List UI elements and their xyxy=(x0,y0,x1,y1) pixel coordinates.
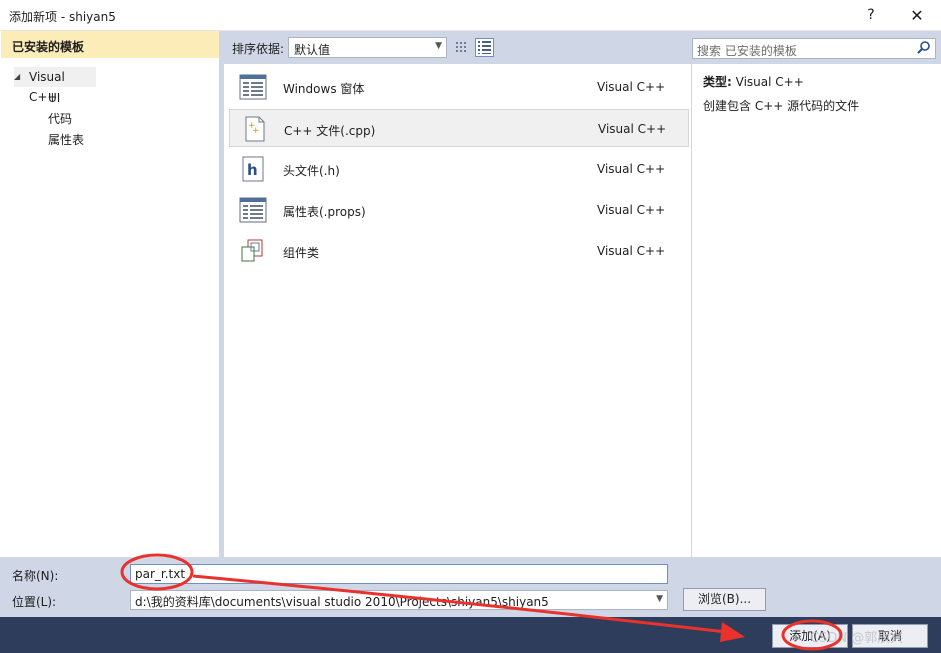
small-icons-view-button[interactable] xyxy=(453,38,472,57)
template-row-header-file[interactable]: h 头文件(.h) Visual C++ xyxy=(229,150,689,188)
template-details-pane: 搜索 已安装的模板 类型: Visual C++ 创建包含 C++ 源代码的文件 xyxy=(691,31,941,557)
template-row-windows-form[interactable]: Windows 窗体 Visual C++ xyxy=(229,68,689,106)
tree-node-visual-cpp[interactable]: ◢ Visual C++ xyxy=(14,67,96,104)
type-label: 类型: xyxy=(703,75,732,89)
close-button[interactable]: ✕ xyxy=(894,0,940,31)
template-name: 组件类 xyxy=(283,246,320,260)
name-label: 名称(N): xyxy=(12,569,59,583)
form-icon xyxy=(239,74,267,100)
name-input[interactable]: par_r.txt xyxy=(130,564,668,584)
template-list: Windows 窗体 Visual C++ + + C++ 文件(.cpp) V… xyxy=(224,64,691,557)
template-description: 创建包含 C++ 源代码的文件 xyxy=(703,99,860,113)
template-type: Visual C++ xyxy=(597,162,666,176)
template-name: Windows 窗体 xyxy=(283,82,365,96)
grid-view-icon xyxy=(456,42,466,52)
tree-expand-icon[interactable]: ◢ xyxy=(14,67,20,87)
watermark: CSDN @郭辰兴 xyxy=(810,631,904,646)
list-view-icon xyxy=(478,41,491,54)
location-label: 位置(L): xyxy=(12,595,57,609)
location-combobox[interactable]: d:\我的资料库\documents\visual studio 2010\Pr… xyxy=(130,590,668,610)
template-name: 头文件(.h) xyxy=(283,164,340,178)
tree-node-property-sheet[interactable]: 属性表 xyxy=(48,130,84,150)
tree-node-ui[interactable]: UI xyxy=(48,88,60,108)
chevron-down-icon: ▼ xyxy=(435,41,442,51)
template-toolbar: 排序依据: 默认值 ▼ xyxy=(224,31,691,64)
header-file-icon: h xyxy=(242,156,264,182)
type-value: Visual C++ xyxy=(735,75,804,89)
sort-label: 排序依据: xyxy=(232,42,285,56)
template-name: 属性表(.props) xyxy=(283,205,366,219)
installed-templates-header: 已安装的模板 xyxy=(1,31,219,58)
search-bar: 搜索 已安装的模板 xyxy=(692,31,941,64)
svg-text:+: + xyxy=(252,126,260,136)
template-row-cpp-file[interactable]: + + C++ 文件(.cpp) Visual C++ xyxy=(229,109,689,147)
item-form: 名称(N): par_r.txt 位置(L): d:\我的资料库\documen… xyxy=(0,557,941,617)
installed-templates-pane: 已安装的模板 ◢ Visual C++ UI 代码 属性表 xyxy=(1,31,220,557)
details-view-button[interactable] xyxy=(475,38,494,57)
search-placeholder: 搜索 已安装的模板 xyxy=(697,44,797,58)
template-row-property-sheet[interactable]: 属性表(.props) Visual C++ xyxy=(229,191,689,229)
search-input[interactable]: 搜索 已安装的模板 xyxy=(692,38,936,59)
sort-value: 默认值 xyxy=(294,43,331,57)
tree-node-code[interactable]: 代码 xyxy=(48,109,72,129)
template-name: C++ 文件(.cpp) xyxy=(284,124,376,138)
svg-text:h: h xyxy=(247,161,258,179)
search-icon[interactable] xyxy=(916,40,931,55)
property-sheet-icon xyxy=(239,197,267,223)
chevron-down-icon[interactable]: ▼ xyxy=(656,594,663,604)
window-title: 添加新项 - shiyan5 xyxy=(9,10,116,24)
sort-select[interactable]: 默认值 ▼ xyxy=(288,37,447,58)
template-type: Visual C++ xyxy=(597,203,666,217)
template-type-line: 类型: Visual C++ xyxy=(703,73,804,90)
template-type: Visual C++ xyxy=(597,80,666,94)
title-bar: 添加新项 - shiyan5 ? ✕ xyxy=(0,0,941,31)
browse-button[interactable]: 浏览(B)... xyxy=(683,588,766,611)
component-class-icon xyxy=(241,239,263,262)
template-type: Visual C++ xyxy=(598,122,667,136)
dialog-footer: 添加(A) 取消 CSDN @郭辰兴 xyxy=(0,617,941,653)
template-type: Visual C++ xyxy=(597,244,666,258)
template-row-component-class[interactable]: 组件类 Visual C++ xyxy=(229,232,689,270)
help-button[interactable]: ? xyxy=(848,0,894,31)
tree-node-label: Visual C++ xyxy=(29,70,65,104)
location-value: d:\我的资料库\documents\visual studio 2010\Pr… xyxy=(135,595,549,609)
cpp-file-icon: + + xyxy=(245,116,265,142)
